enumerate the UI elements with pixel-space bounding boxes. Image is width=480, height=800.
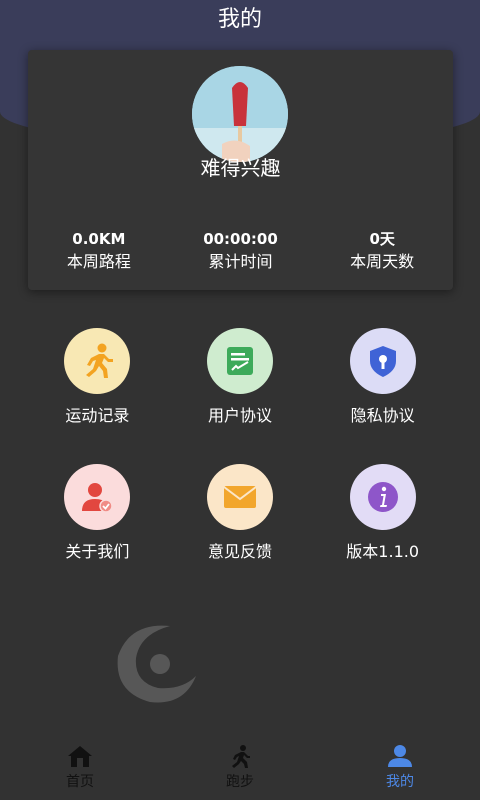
tab-running[interactable]: 跑步	[160, 740, 320, 800]
running-person-icon	[64, 328, 131, 394]
menu-item-label: 运动记录	[65, 406, 130, 425]
watermark-logo	[117, 625, 196, 703]
stat-value: 0天	[369, 230, 395, 248]
menu-item-label: 用户协议	[207, 406, 272, 425]
home-icon	[68, 746, 92, 767]
stat-weekly-days: 0天 本周天数	[311, 228, 453, 278]
bottom-tab-bar: 首页 跑步 我的	[0, 740, 480, 800]
envelope-icon	[206, 464, 273, 530]
menu-item-feedback[interactable]: 意见反馈	[169, 464, 312, 582]
tab-label: 首页	[66, 774, 94, 790]
avatar-popsicle-image	[192, 66, 288, 162]
tab-label: 我的	[386, 774, 414, 790]
stat-value: 00:00:00	[203, 230, 278, 248]
menu-item-user-agreement[interactable]: 用户协议	[169, 328, 312, 446]
watermark	[110, 612, 460, 712]
weekly-stats: 0.0KM 本周路程 00:00:00 累计时间 0天 本周天数	[28, 228, 453, 278]
tab-mine[interactable]: 我的	[320, 740, 480, 800]
stat-value: 0.0KM	[72, 230, 126, 248]
menu-item-privacy-policy[interactable]: 隐私协议	[311, 328, 454, 446]
avatar[interactable]	[192, 66, 288, 162]
document-pen-icon	[206, 328, 273, 394]
menu-item-exercise-records[interactable]: 运动记录	[26, 328, 169, 446]
tab-label: 跑步	[226, 774, 254, 790]
running-icon	[232, 745, 250, 768]
shield-lock-icon	[349, 328, 416, 394]
stat-label: 本周天数	[350, 252, 415, 271]
user-check-icon	[64, 464, 131, 530]
menu-item-version[interactable]: 版本1.1.0	[311, 464, 454, 582]
menu-item-label: 意见反馈	[207, 542, 272, 561]
user-icon	[388, 745, 412, 767]
stat-label: 累计时间	[208, 252, 273, 271]
profile-card: 难得兴趣 0.0KM 本周路程 00:00:00 累计时间 0天 本周天数	[28, 50, 453, 290]
nickname: 难得兴趣	[200, 156, 281, 180]
menu-item-about-us[interactable]: 关于我们	[26, 464, 169, 582]
menu-item-label: 版本1.1.0	[346, 542, 420, 561]
menu-item-label: 关于我们	[65, 542, 130, 561]
menu-grid: 运动记录 用户协议 隐私协议 关于我们 意见反馈 版本1.1.0	[26, 328, 454, 582]
tab-home[interactable]: 首页	[0, 740, 160, 800]
stat-total-time: 00:00:00 累计时间	[170, 228, 312, 278]
stat-label: 本周路程	[66, 252, 131, 271]
menu-item-label: 隐私协议	[350, 406, 415, 425]
stat-weekly-distance: 0.0KM 本周路程	[28, 228, 170, 278]
info-icon	[349, 464, 416, 530]
page-title: 我的	[217, 7, 262, 32]
